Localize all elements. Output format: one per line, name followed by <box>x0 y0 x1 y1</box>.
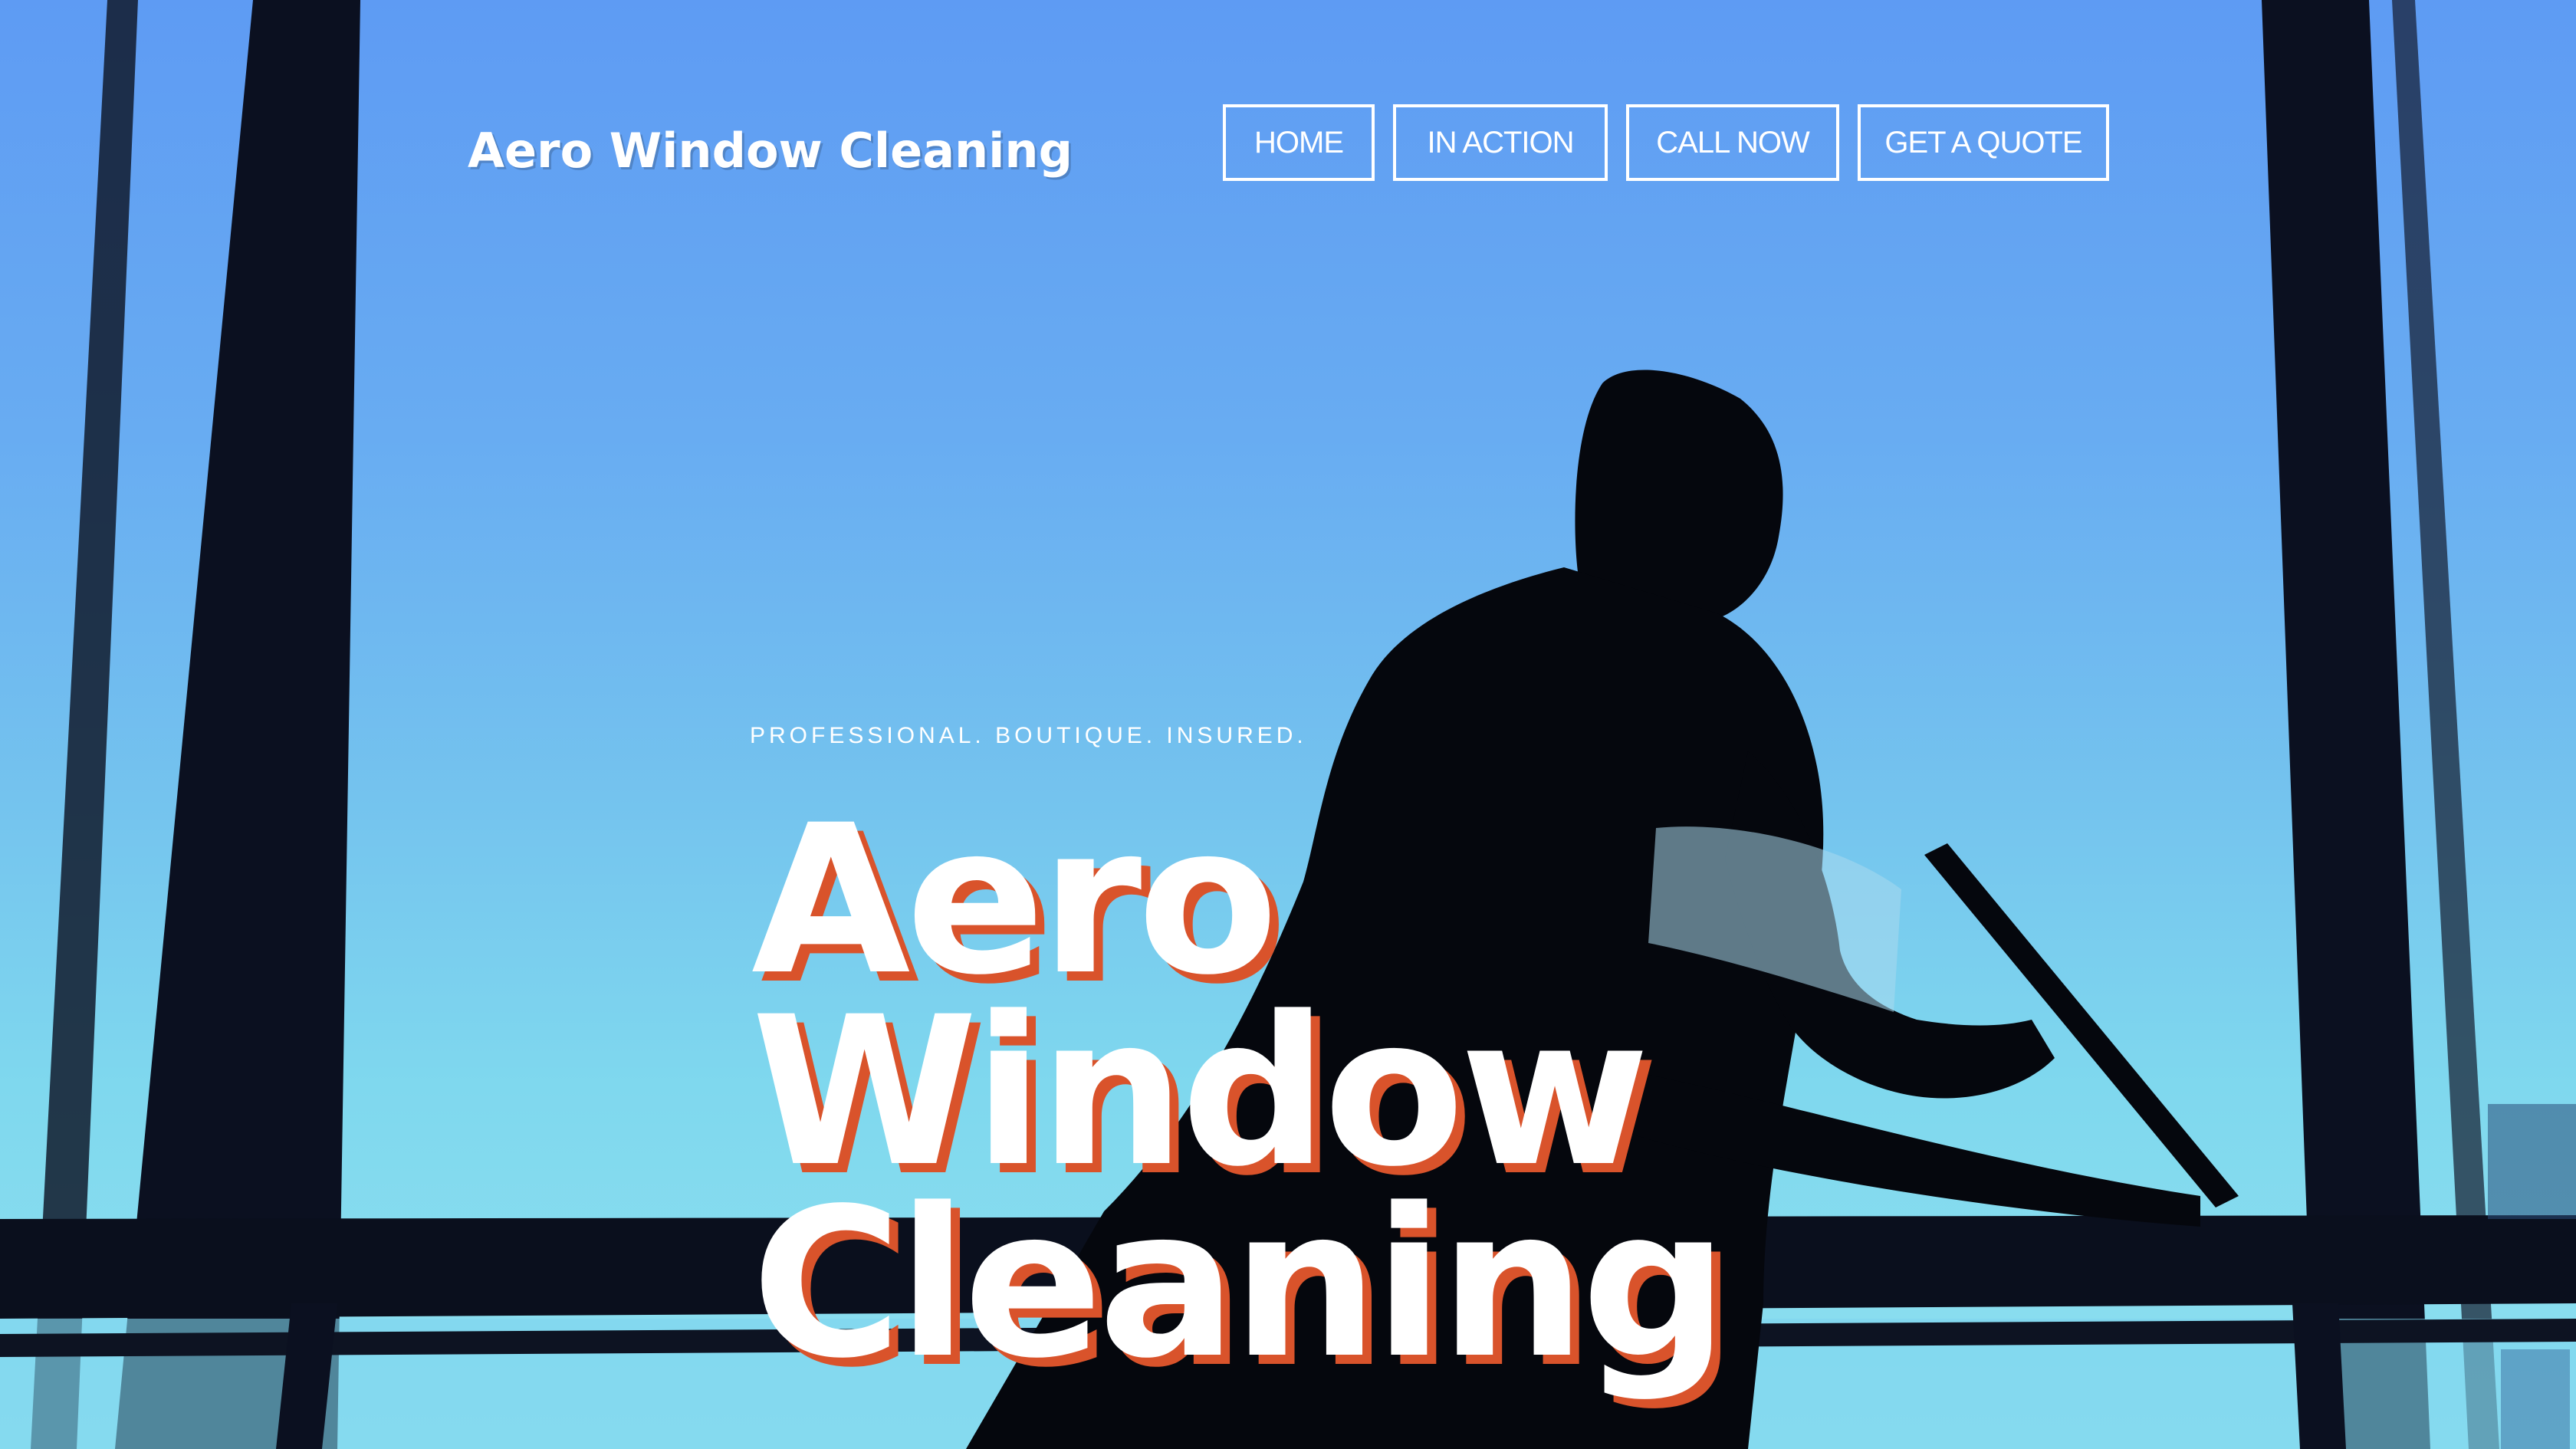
hero-headline-line: Window <box>751 973 1650 1212</box>
nav-home-button[interactable]: HOME <box>1223 104 1375 181</box>
nav-call-now-button[interactable]: CALL NOW <box>1626 104 1839 181</box>
hero-headline-line: Cleaning <box>751 1165 1728 1404</box>
hero-headline: Aero Window Cleaning <box>751 781 1728 1404</box>
main-navigation: HOME IN ACTION CALL NOW GET A QUOTE <box>1223 104 2109 181</box>
nav-get-a-quote-button[interactable]: GET A QUOTE <box>1858 104 2109 181</box>
hero-section: Aero Window Cleaning HOME IN ACTION CALL… <box>0 0 2576 1449</box>
nav-in-action-button[interactable]: IN ACTION <box>1393 104 1608 181</box>
hero-tagline: PROFESSIONAL. BOUTIQUE. INSURED. <box>750 723 1307 748</box>
site-logo[interactable]: Aero Window Cleaning <box>468 123 1073 179</box>
hero-headline-line: Aero <box>751 781 1278 1020</box>
